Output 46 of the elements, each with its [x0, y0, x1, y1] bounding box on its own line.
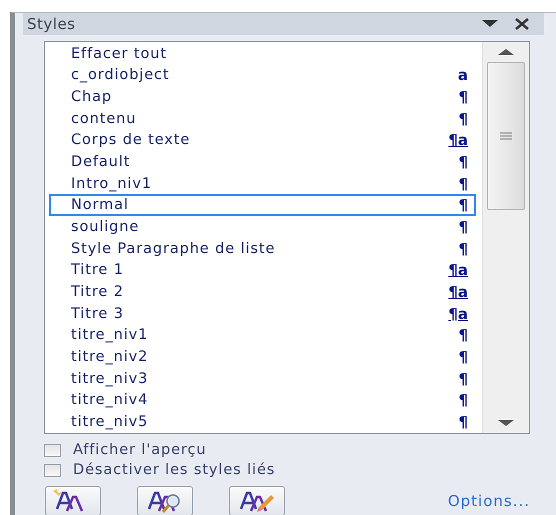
style-type-marker: ¶: [458, 174, 468, 193]
style-item[interactable]: Intro_niv1 ¶: [49, 172, 476, 194]
style-item[interactable]: c_ordiobject a: [49, 64, 476, 86]
style-type-marker: ¶: [458, 218, 468, 236]
manage-styles-button[interactable]: [229, 486, 285, 515]
scrollbar[interactable]: [482, 42, 529, 433]
checkbox-label: Afficher l'aperçu: [73, 442, 206, 458]
checkbox[interactable]: [44, 444, 61, 456]
style-type-marker: ¶: [458, 391, 468, 410]
style-inspector-button[interactable]: [137, 486, 193, 515]
style-type-marker: ¶a: [448, 261, 468, 280]
style-item[interactable]: titre_niv3 ¶: [49, 368, 476, 390]
style-type-marker: ¶: [458, 370, 468, 388]
new-style-button[interactable]: [45, 486, 101, 515]
style-item[interactable]: titre_niv5 ¶: [49, 411, 476, 433]
style-item[interactable]: Default ¶: [49, 151, 476, 173]
pane-title: Styles: [27, 15, 76, 33]
style-item[interactable]: Effacer tout: [49, 44, 476, 64]
style-item[interactable]: Chap ¶: [49, 86, 476, 108]
style-type-marker: ¶: [458, 326, 468, 344]
scroll-thumb[interactable]: [487, 62, 525, 210]
style-type-marker: a: [458, 66, 468, 84]
style-type-marker: ¶a: [448, 283, 468, 302]
style-item[interactable]: Titre 1 ¶a: [49, 260, 476, 282]
checkbox-label: Désactiver les styles liés: [73, 462, 276, 478]
style-item[interactable]: titre_niv1 ¶: [49, 324, 476, 346]
style-type-marker: ¶a: [448, 131, 468, 150]
style-type-marker: ¶: [458, 88, 468, 106]
style-item[interactable]: titre_niv2 ¶: [49, 346, 476, 368]
style-item[interactable]: Titre 2 ¶a: [49, 281, 476, 303]
style-item[interactable]: Normal ¶: [49, 194, 476, 216]
checkbox[interactable]: [44, 464, 61, 476]
style-type-marker: ¶: [458, 110, 468, 128]
style-item[interactable]: Corps de texte ¶a: [49, 129, 476, 152]
style-type-marker: ¶: [458, 413, 468, 432]
style-type-marker: ¶a: [448, 304, 468, 323]
style-item[interactable]: souligne ¶: [49, 216, 476, 238]
style-type-marker: ¶: [458, 196, 468, 214]
style-type-marker: ¶: [458, 240, 468, 258]
style-item[interactable]: titre_niv4 ¶: [49, 390, 476, 412]
style-type-marker: ¶: [458, 152, 468, 171]
style-type-marker: ¶: [458, 348, 468, 366]
options-link[interactable]: Options...: [448, 492, 530, 510]
style-item[interactable]: contenu ¶: [49, 108, 476, 130]
style-item[interactable]: Style Paragraphe de liste ¶: [49, 238, 476, 260]
style-item[interactable]: Titre 3 ¶a: [49, 302, 476, 325]
